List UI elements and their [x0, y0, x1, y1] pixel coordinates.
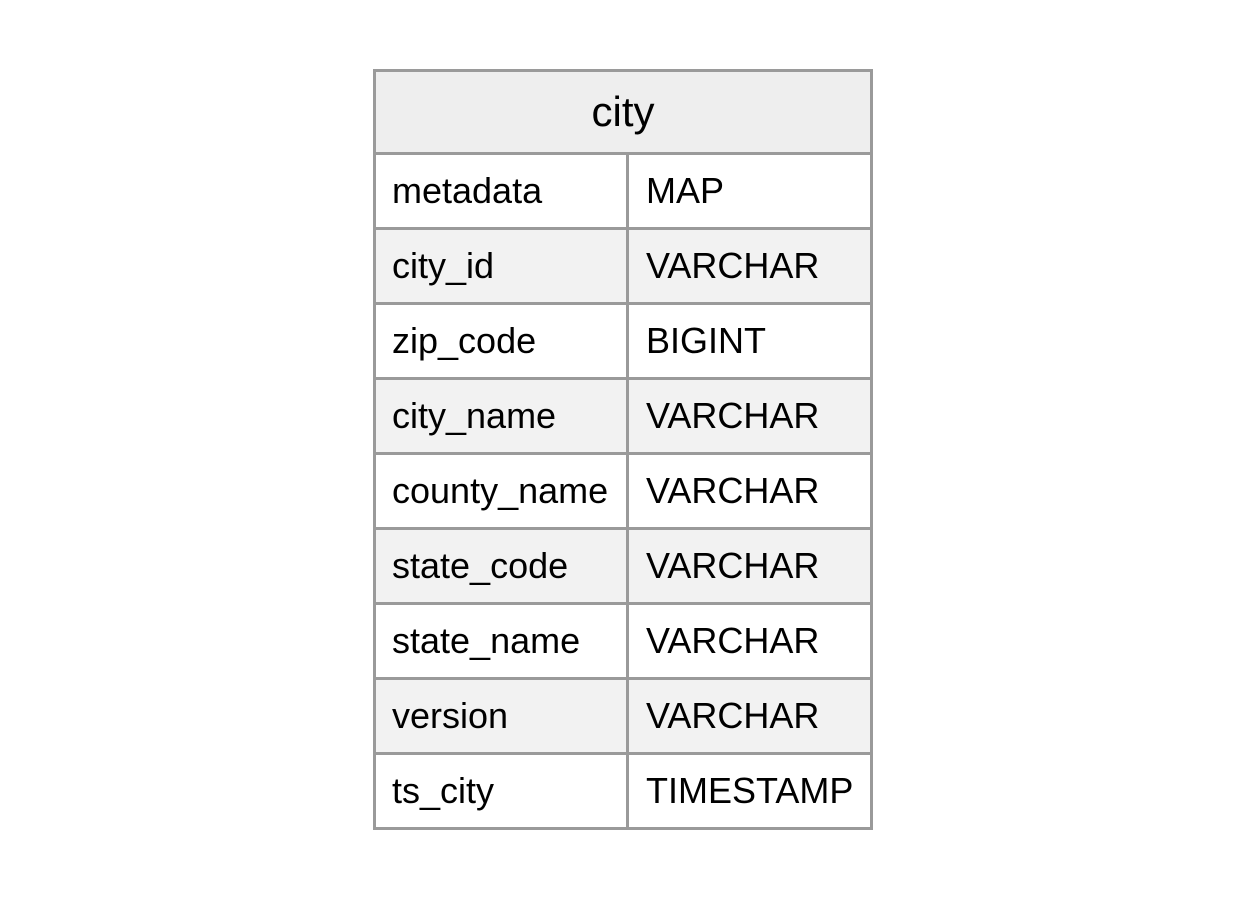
column-type: VARCHAR [646, 620, 820, 661]
column-name: zip_code [376, 305, 629, 377]
column-type: MAP [646, 170, 725, 211]
table-row: state_name VARCHAR [376, 605, 870, 680]
table-row: ts_city TIMESTAMP [376, 755, 870, 827]
column-type: TIMESTAMP [646, 770, 854, 811]
column-type: VARCHAR [646, 470, 820, 511]
column-name: version [376, 680, 629, 752]
column-name: metadata [376, 155, 629, 227]
table-row: metadata MAP [376, 155, 870, 230]
column-name: city_id [376, 230, 629, 302]
column-type: VARCHAR [646, 395, 820, 436]
column-type: VARCHAR [646, 545, 820, 586]
table-row: city_name VARCHAR [376, 380, 870, 455]
table-row: city_id VARCHAR [376, 230, 870, 305]
table-row: county_name VARCHAR [376, 455, 870, 530]
column-type: VARCHAR [646, 695, 820, 736]
column-name: city_name [376, 380, 629, 452]
column-name: state_code [376, 530, 629, 602]
table-row: zip_code BIGINT [376, 305, 870, 380]
table-row: version VARCHAR [376, 680, 870, 755]
entity-table-city: city metadata MAP city_id VARCHAR zip_code BI… [373, 69, 873, 830]
table-title: city [376, 72, 870, 155]
column-name: county_name [376, 455, 629, 527]
column-name: ts_city [376, 755, 629, 827]
table-row: state_code VARCHAR [376, 530, 870, 605]
column-type: VARCHAR [646, 245, 820, 286]
column-type: BIGINT [646, 320, 767, 361]
column-name: state_name [376, 605, 629, 677]
